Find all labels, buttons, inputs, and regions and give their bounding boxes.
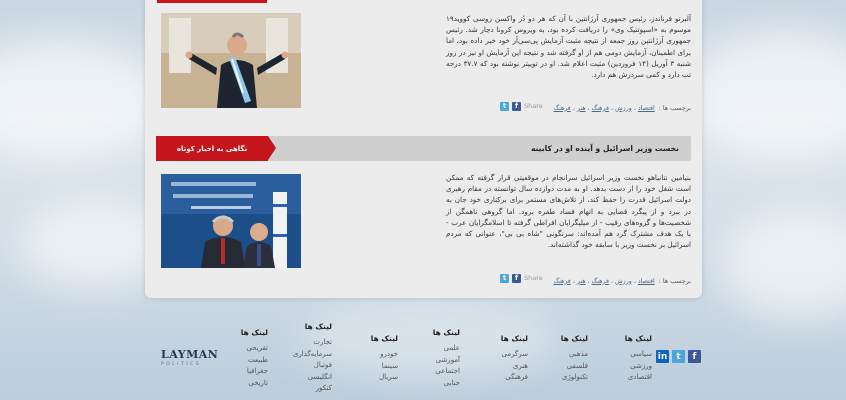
- site-logo[interactable]: LAYMAN POLITICS: [161, 348, 218, 367]
- tag-link[interactable]: اقتصاد: [638, 105, 655, 112]
- tag-link[interactable]: ورزش: [615, 278, 632, 285]
- tag-link[interactable]: فرهنگ: [553, 105, 570, 112]
- twitter-icon[interactable]: t: [672, 350, 685, 363]
- footer-link[interactable]: جنایی: [420, 378, 460, 390]
- footer-link[interactable]: هنری: [488, 361, 528, 373]
- tag-link[interactable]: هنر: [577, 278, 586, 285]
- news-thumbnail[interactable]: [161, 13, 301, 108]
- footer-link[interactable]: ورزشی: [612, 361, 652, 373]
- section-header: نگاهی به اخبار کوتاه نخست وزیر اسرائیل و…: [156, 136, 691, 161]
- tag-link[interactable]: ورزش: [615, 105, 632, 112]
- footer-heading: لینک ها: [370, 334, 398, 343]
- footer-link[interactable]: سیاسی: [612, 349, 652, 361]
- news-thumbnail[interactable]: [161, 174, 301, 268]
- footer-link[interactable]: کنکور: [288, 383, 332, 395]
- news-body: آلبرتو فرناندز، رئیس جمهوری آرژانتین با …: [446, 14, 691, 80]
- news-body: بنیامین نتانیاهو نخست وزیر اسرائیل سرانج…: [446, 173, 691, 250]
- footer-link[interactable]: سرگرمی: [488, 349, 528, 361]
- content-panel: آلبرتو فرناندز، رئیس جمهوری آرژانتین با …: [145, 0, 702, 298]
- footer-link[interactable]: تکنولوژی: [548, 372, 588, 384]
- footer-heading: لینک ها: [240, 328, 268, 337]
- tags-label: برچسب ها :: [658, 104, 691, 112]
- logo-sub: POLITICS: [161, 362, 202, 367]
- footer-link[interactable]: تفریحی: [228, 343, 268, 355]
- footer-column: لینک ها علمی آموزشی اجتماعی جنایی: [420, 328, 460, 389]
- news-item: بنیامین نتانیاهو نخست وزیر اسرائیل سرانج…: [161, 173, 691, 288]
- footer-link[interactable]: خودرو: [358, 349, 398, 361]
- footer-link[interactable]: علمی: [420, 343, 460, 355]
- footer-column: لینک ها تفریحی طبیعت جغرافیا تاریخی: [228, 328, 268, 389]
- section-label[interactable]: نگاهی به اخبار کوتاه: [156, 136, 268, 161]
- section-accent: [157, 0, 267, 3]
- tag-link[interactable]: اقتصاد: [638, 278, 655, 285]
- footer-column: لینک ها تجارت سرمایه‌گذاری فوتبال انگلیس…: [288, 322, 332, 395]
- tag-link[interactable]: فرهنگ: [592, 105, 609, 112]
- footer-link[interactable]: سرمایه‌گذاری: [288, 349, 332, 361]
- share-block: t f Share: [500, 272, 543, 284]
- tag-link[interactable]: فرهنگ: [553, 278, 570, 285]
- footer-link[interactable]: سریال: [358, 372, 398, 384]
- footer-link[interactable]: اقتصادی: [612, 372, 652, 384]
- share-label: Share: [524, 274, 543, 282]
- tag-link[interactable]: فرهنگ: [592, 278, 609, 285]
- footer-link[interactable]: طبیعت: [228, 355, 268, 367]
- twitter-icon[interactable]: t: [500, 273, 509, 283]
- footer-link[interactable]: فلسفی: [548, 361, 588, 373]
- footer-link[interactable]: مذهبی: [548, 349, 588, 361]
- footer-link[interactable]: تجارت: [288, 337, 332, 349]
- footer-heading: لینک ها: [304, 322, 332, 331]
- share-label: Share: [524, 102, 543, 110]
- footer-link[interactable]: فرهنگی: [488, 372, 528, 384]
- footer-heading: لینک ها: [500, 334, 528, 343]
- footer-link[interactable]: آموزشی: [420, 355, 460, 367]
- footer-link[interactable]: تاریخی: [228, 378, 268, 390]
- footer-heading: لینک ها: [624, 334, 652, 343]
- footer-link[interactable]: انگلیسی: [288, 372, 332, 384]
- footer-column: لینک ها خودرو سینما سریال: [358, 334, 398, 384]
- news-item: آلبرتو فرناندز، رئیس جمهوری آرژانتین با …: [161, 13, 691, 113]
- footer-link[interactable]: سینما: [358, 361, 398, 373]
- footer-column: لینک ها سرگرمی هنری فرهنگی: [488, 334, 528, 384]
- section-label-arrow: [268, 136, 276, 160]
- twitter-icon[interactable]: t: [500, 101, 509, 111]
- facebook-icon[interactable]: f: [512, 273, 521, 283]
- footer-link[interactable]: فوتبال: [288, 360, 332, 372]
- section-title[interactable]: نخست وزیر اسرائیل و آینده او در کابینه: [531, 144, 679, 153]
- tag-link[interactable]: هنر: [577, 105, 586, 112]
- footer-column: لینک ها سیاسی ورزشی اقتصادی: [612, 334, 652, 384]
- linkedin-icon[interactable]: in: [656, 350, 669, 363]
- footer-heading: لینک ها: [432, 328, 460, 337]
- footer-link[interactable]: جغرافیا: [228, 366, 268, 378]
- logo-name: LAYMAN: [161, 348, 219, 361]
- footer-social: in t f: [656, 350, 701, 363]
- share-block: t f Share: [500, 100, 543, 112]
- tags-label: برچسب ها :: [658, 277, 691, 285]
- facebook-icon[interactable]: f: [688, 350, 701, 363]
- facebook-icon[interactable]: f: [512, 101, 521, 111]
- footer-heading: لینک ها: [560, 334, 588, 343]
- footer-column: لینک ها مذهبی فلسفی تکنولوژی: [548, 334, 588, 384]
- footer-link[interactable]: اجتماعی: [420, 366, 460, 378]
